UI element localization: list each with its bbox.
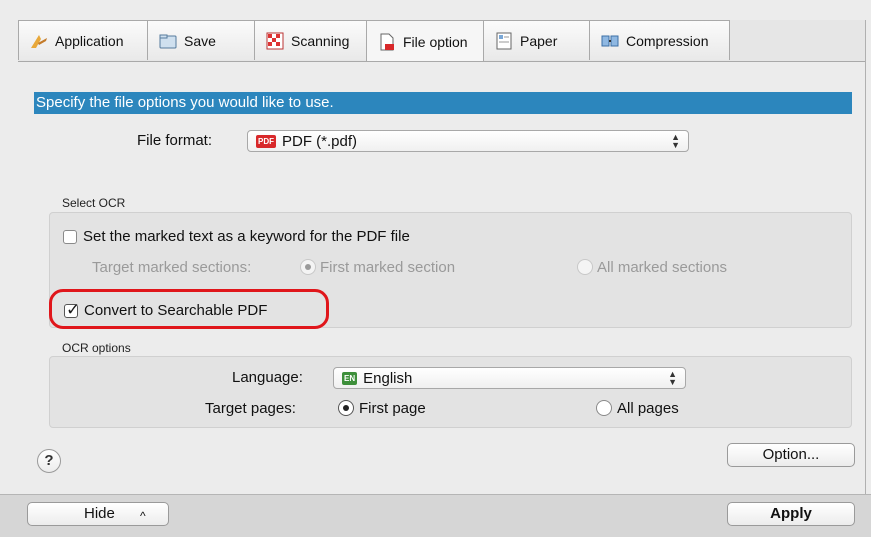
- hide-button[interactable]: Hide ^: [27, 502, 169, 526]
- scanning-icon: [265, 31, 285, 51]
- target-marked-label: Target marked sections:: [92, 259, 252, 276]
- tab-application[interactable]: Application: [18, 20, 148, 60]
- keyword-checkbox[interactable]: [63, 230, 77, 244]
- first-page-label: First page: [359, 400, 426, 417]
- tab-file-option[interactable]: File option: [366, 20, 484, 62]
- hide-label: Hide: [84, 505, 115, 522]
- paper-icon: [494, 31, 514, 51]
- file-option-icon: [377, 32, 397, 52]
- tab-compression[interactable]: Compression: [589, 20, 730, 60]
- chevron-up-icon: ^: [140, 509, 146, 523]
- language-label: Language:: [232, 369, 303, 386]
- tab-file-option-label: File option: [403, 33, 468, 50]
- tab-paper[interactable]: Paper: [483, 20, 590, 60]
- first-page-radio[interactable]: [338, 400, 354, 416]
- file-format-select[interactable]: PDF PDF (*.pdf) ▲ ▼: [247, 130, 689, 152]
- first-marked-radio[interactable]: [300, 259, 316, 275]
- tab-save-label: Save: [184, 32, 216, 49]
- all-marked-radio[interactable]: [577, 259, 593, 275]
- tab-scanning[interactable]: Scanning: [254, 20, 367, 60]
- en-flag-icon: EN: [342, 371, 358, 385]
- folder-icon: [158, 31, 178, 51]
- panel-edge: [865, 20, 866, 494]
- target-pages-label: Target pages:: [205, 400, 296, 417]
- tab-application-label: Application: [55, 32, 124, 49]
- all-pages-radio[interactable]: [596, 400, 612, 416]
- tab-compression-label: Compression: [626, 32, 709, 49]
- language-value: English: [363, 369, 413, 387]
- option-button[interactable]: Option...: [727, 443, 855, 467]
- first-marked-label: First marked section: [320, 259, 456, 276]
- highlight-annotation: [49, 289, 329, 329]
- tab-paper-label: Paper: [520, 32, 558, 49]
- tab-save[interactable]: Save: [147, 20, 255, 60]
- all-marked-label: All marked sections: [597, 259, 728, 276]
- pdf-icon: PDF: [256, 134, 276, 148]
- help-button[interactable]: ?: [37, 449, 61, 473]
- tab-strip: Application Save Scanning File option Pa…: [18, 20, 730, 62]
- scan-settings-window: Application Save Scanning File option Pa…: [0, 0, 871, 537]
- all-pages-label: All pages: [617, 400, 679, 417]
- compression-icon: [600, 31, 620, 51]
- tab-scanning-label: Scanning: [291, 32, 350, 49]
- select-ocr-title: Select OCR: [62, 196, 126, 210]
- updown-arrows-icon: ▲ ▼: [668, 369, 677, 387]
- file-format-label: File format:: [137, 132, 213, 149]
- language-select[interactable]: EN English ▲ ▼: [333, 367, 686, 389]
- updown-arrows-icon: ▲ ▼: [671, 132, 680, 150]
- apply-button[interactable]: Apply: [727, 502, 855, 526]
- application-icon: [29, 31, 49, 51]
- section-header: Specify the file options you would like …: [34, 92, 852, 114]
- ocr-options-title: OCR options: [62, 341, 131, 355]
- file-format-value: PDF (*.pdf): [282, 132, 358, 150]
- keyword-checkbox-label: Set the marked text as a keyword for the…: [83, 228, 410, 245]
